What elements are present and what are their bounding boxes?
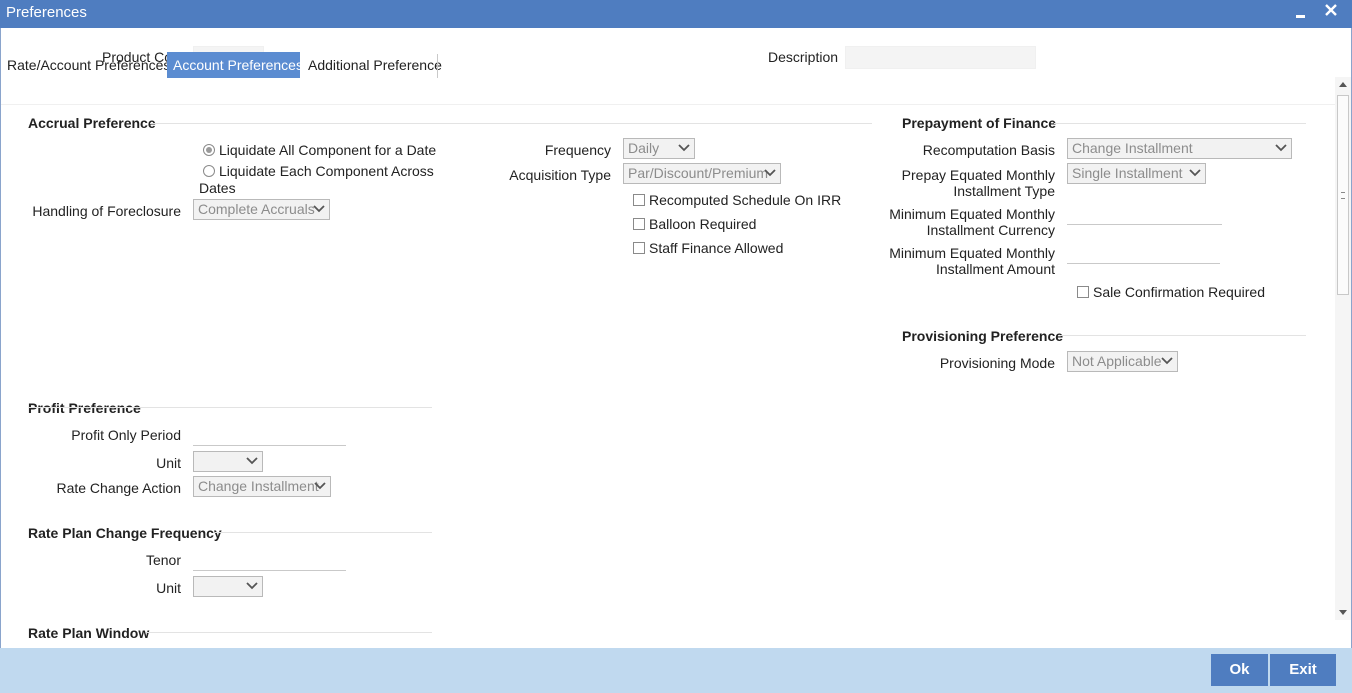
rate-plan-change-section-divider (215, 532, 432, 533)
chevron-down-icon (764, 169, 776, 177)
title-bar: Preferences (0, 0, 1352, 28)
rate-plan-unit-select[interactable] (193, 576, 263, 597)
prepay-type-label-cont: Installment Type (953, 183, 1055, 199)
chevron-down-icon (678, 144, 690, 152)
foreclosure-value: Complete Accruals (198, 201, 315, 217)
provisioning-mode-label: Provisioning Mode (939, 355, 1055, 371)
recomputation-basis-select[interactable]: Change Installment (1067, 138, 1292, 159)
profit-section-title: Profit Preference (28, 400, 141, 416)
tab-rate-account-preferences[interactable]: Rate/Account Preferences (1, 52, 170, 78)
liquidate-all-radio[interactable] (203, 144, 215, 156)
liquidate-all-label: Liquidate All Component for a Date (219, 142, 437, 158)
profit-only-period-field[interactable] (193, 426, 346, 446)
provisioning-mode-value: Not Applicable (1072, 353, 1162, 369)
recomputed-schedule-label: Recomputed Schedule On IRR (649, 192, 842, 208)
close-button[interactable] (1318, 0, 1344, 28)
min-amount-field[interactable] (1067, 244, 1220, 264)
tab-divider (437, 54, 438, 78)
min-amount-label: Minimum Equated Monthly (889, 245, 1055, 261)
liquidate-each-label-cont: Dates (199, 180, 236, 196)
sale-confirmation-label: Sale Confirmation Required (1093, 284, 1265, 300)
rate-change-action-value: Change Installment (198, 478, 319, 494)
accrual-section-title: Accrual Preference (28, 115, 156, 131)
minimize-icon (1296, 15, 1305, 18)
frequency-label: Frequency (544, 142, 611, 158)
liquidate-each-label: Liquidate Each Component Across (219, 163, 434, 179)
scrollbar-thumb[interactable] (1337, 95, 1349, 295)
balloon-required-label: Balloon Required (649, 216, 757, 232)
rate-change-action-select[interactable]: Change Installment (193, 476, 331, 497)
grip-icon (1341, 192, 1345, 199)
recomputation-basis-label: Recomputation Basis (922, 142, 1055, 158)
prepayment-section-divider (1054, 123, 1306, 124)
tab-account-preferences[interactable]: Account Preferences (167, 52, 303, 78)
chevron-down-icon (246, 457, 258, 465)
rate-change-action-label: Rate Change Action (56, 480, 181, 496)
staff-finance-checkbox[interactable] (633, 242, 645, 254)
chevron-down-icon (1161, 357, 1173, 365)
staff-finance-label: Staff Finance Allowed (649, 240, 784, 256)
profit-unit-select[interactable] (193, 451, 263, 472)
tab-additional-preference[interactable]: Additional Preference (302, 52, 442, 78)
tenor-label: Tenor (145, 552, 181, 568)
chevron-down-icon (314, 482, 326, 490)
chevron-down-icon (313, 205, 325, 213)
min-currency-field[interactable] (1067, 205, 1222, 225)
exit-button[interactable]: Exit (1270, 654, 1336, 686)
provisioning-section-divider (1060, 335, 1306, 336)
rate-plan-window-section-divider (146, 632, 432, 633)
acquisition-type-label: Acquisition Type (509, 167, 611, 183)
scroll-up-icon[interactable] (1339, 81, 1347, 87)
description-label: Description (768, 49, 839, 65)
profit-only-period-label: Profit Only Period (71, 427, 181, 443)
balloon-required-checkbox[interactable] (633, 218, 645, 230)
ok-button[interactable]: Ok (1211, 654, 1268, 686)
liquidate-each-radio[interactable] (203, 165, 215, 177)
min-currency-label: Minimum Equated Monthly (889, 206, 1055, 222)
profit-unit-label: Unit (156, 455, 181, 471)
rate-plan-change-section-title: Rate Plan Change Frequency (28, 525, 222, 541)
recomputation-basis-value: Change Installment (1072, 140, 1193, 156)
provisioning-mode-select[interactable]: Not Applicable (1067, 351, 1178, 372)
acquisition-type-value: Par/Discount/Premium (628, 165, 769, 181)
sale-confirmation-checkbox[interactable] (1077, 286, 1089, 298)
chevron-down-icon (1189, 169, 1201, 177)
prepay-type-select[interactable]: Single Installment (1067, 163, 1206, 184)
foreclosure-select[interactable]: Complete Accruals (193, 199, 330, 220)
frequency-select[interactable]: Daily (623, 138, 695, 159)
min-amount-label-cont: Installment Amount (935, 261, 1055, 277)
close-icon (1325, 4, 1337, 16)
recomputed-schedule-checkbox[interactable] (633, 194, 645, 206)
accrual-section-divider (150, 123, 872, 124)
window-title: Preferences (6, 4, 87, 21)
tab-content-divider (1, 104, 1335, 105)
provisioning-section-title: Provisioning Preference (902, 328, 1064, 344)
minimize-button[interactable] (1288, 0, 1314, 28)
rate-plan-window-section-title: Rate Plan Window (28, 625, 150, 641)
foreclosure-label: Handling of Foreclosure (32, 203, 181, 219)
chevron-down-icon (246, 582, 258, 590)
description-field[interactable] (845, 46, 1036, 69)
profit-section-divider (28, 407, 432, 408)
vertical-scrollbar[interactable] (1335, 77, 1351, 620)
prepayment-section-title: Prepayment of Finance (902, 115, 1057, 131)
frequency-value: Daily (628, 140, 660, 156)
min-currency-label-cont: Installment Currency (926, 222, 1055, 238)
prepay-type-value: Single Installment (1072, 165, 1183, 181)
acquisition-type-select[interactable]: Par/Discount/Premium (623, 163, 781, 184)
prepay-type-label: Prepay Equated Monthly (901, 167, 1055, 183)
scroll-down-icon[interactable] (1339, 610, 1347, 616)
rate-plan-unit-label: Unit (156, 580, 181, 596)
footer-bar: Ok Exit (0, 648, 1352, 693)
tenor-field[interactable] (193, 551, 346, 571)
chevron-down-icon (1275, 144, 1287, 152)
